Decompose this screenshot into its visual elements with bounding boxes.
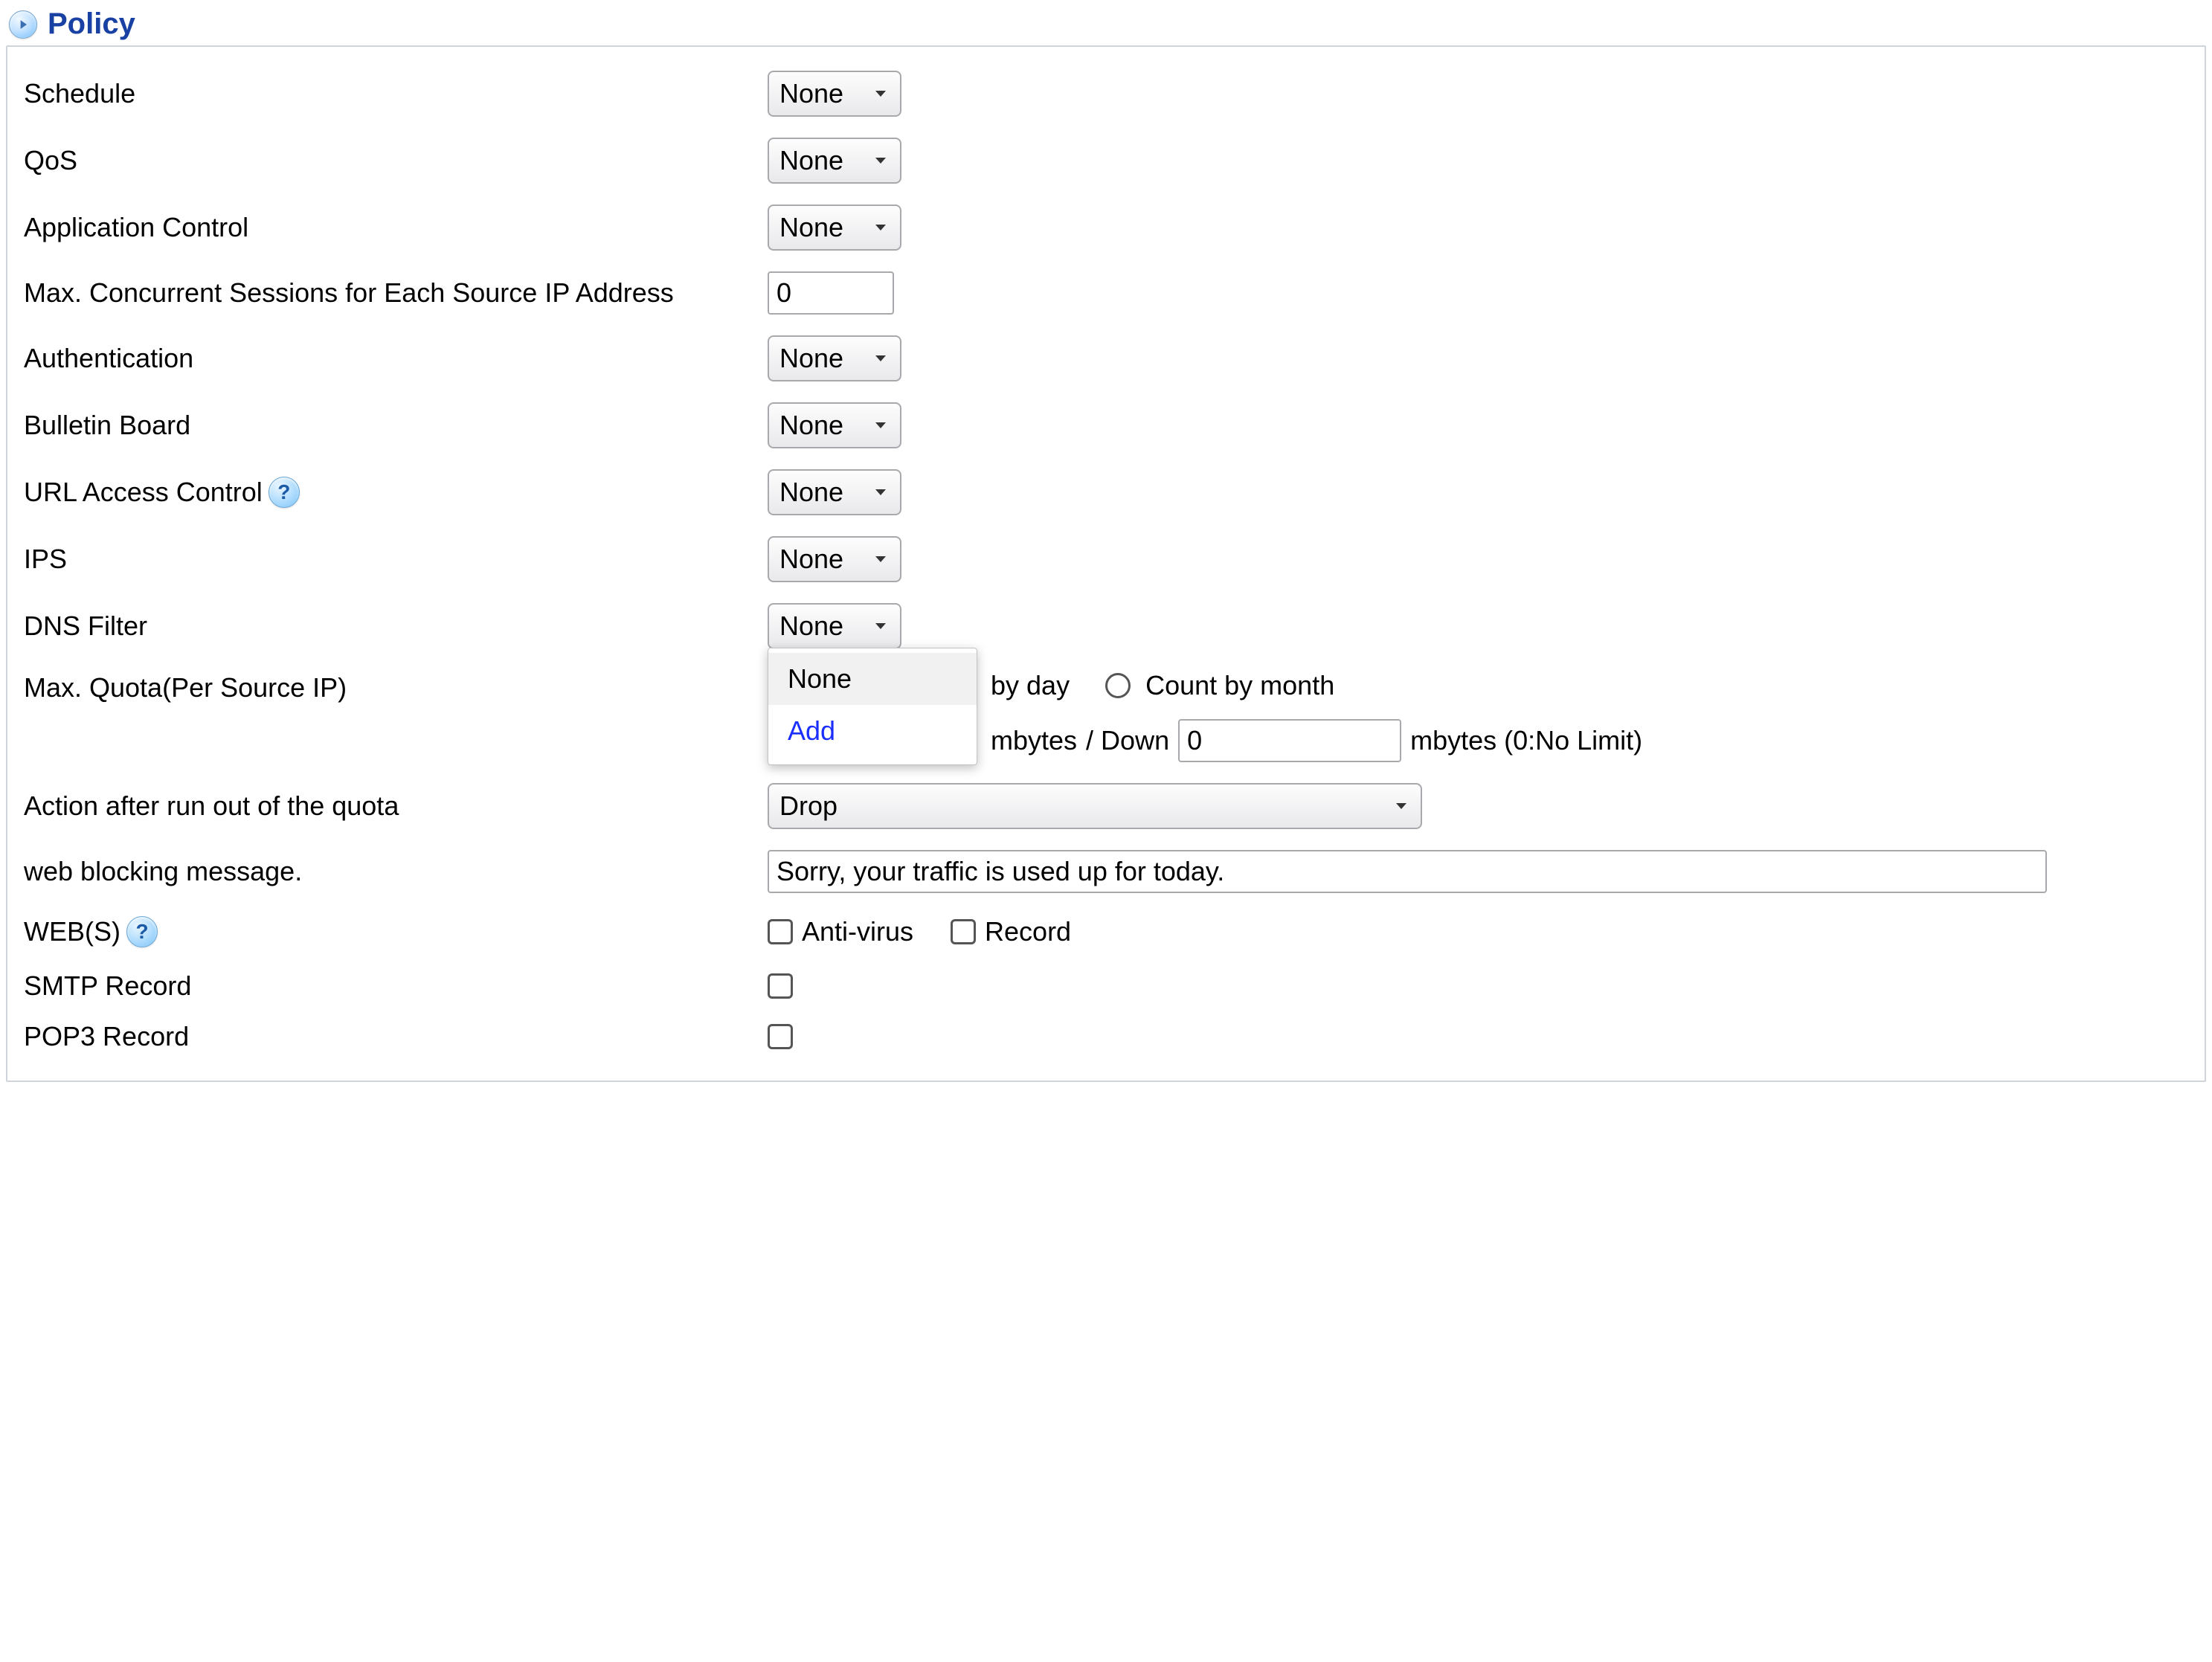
chevron-down-icon [872,483,890,501]
quota-radio-month-label: Count by month [1145,670,1334,701]
appctrl-value: None [779,212,843,243]
section-title: Policy [48,7,135,41]
auth-label: Authentication [24,341,193,377]
appctrl-label: Application Control [24,210,248,246]
urlac-value: None [779,477,843,508]
dnsfilter-option-add[interactable]: Add [768,705,977,757]
webs-record-checkbox[interactable] [951,919,976,944]
urlac-select[interactable]: None [768,469,901,515]
action-value: Drop [779,790,837,822]
auth-select[interactable]: None [768,335,901,381]
quota-down-label: / Down [1086,725,1169,756]
schedule-label: Schedule [24,76,135,112]
quota-label: Max. Quota(Per Source IP) [24,670,347,706]
section-heading: Policy [9,7,2206,41]
ips-label: IPS [24,541,67,578]
pop3-label: POP3 Record [24,1019,189,1055]
chevron-down-icon [872,617,890,635]
webs-label: WEB(S) [24,914,120,950]
quota-unit-up: mbytes [991,725,1077,756]
chevron-down-icon [872,85,890,103]
chevron-down-icon [872,416,890,434]
smtp-label: SMTP Record [24,968,191,1005]
chevron-down-icon [872,550,890,568]
auth-value: None [779,343,843,374]
help-icon[interactable]: ? [269,477,300,508]
dnsfilter-value: None [779,611,843,642]
dnsfilter-dropdown: None Add [768,648,977,765]
ips-value: None [779,544,843,575]
help-icon[interactable]: ? [126,916,158,947]
qos-select[interactable]: None [768,138,901,184]
sessions-input[interactable] [768,271,894,315]
sessions-label: Max. Concurrent Sessions for Each Source… [24,275,674,312]
qos-label: QoS [24,143,77,179]
pop3-checkbox[interactable] [768,1024,793,1049]
bulletin-select[interactable]: None [768,402,901,448]
dnsfilter-select[interactable]: None [768,603,901,649]
schedule-select[interactable]: None [768,71,901,117]
dnsfilter-option-none[interactable]: None [768,653,977,705]
action-select[interactable]: Drop [768,783,1422,829]
policy-panel: Schedule None QoS None Application Contr… [6,45,2206,1082]
bulletin-value: None [779,410,843,441]
webmsg-label: web blocking message. [24,854,302,890]
quota-down-input[interactable] [1178,719,1401,762]
chevron-down-icon [872,152,890,170]
chevron-down-icon [872,350,890,367]
webs-antivirus-label: Anti-virus [802,916,913,947]
webs-antivirus-checkbox[interactable] [768,919,793,944]
dnsfilter-label: DNS Filter [24,608,147,645]
expand-icon[interactable] [9,10,37,39]
smtp-checkbox[interactable] [768,973,793,999]
qos-value: None [779,145,843,176]
quota-radio-month[interactable] [1105,673,1131,698]
chevron-down-icon [1392,797,1410,815]
quota-radio-day-label: by day [991,670,1070,701]
quota-hint: mbytes (0:No Limit) [1410,725,1642,756]
webmsg-input[interactable] [768,850,2047,893]
ips-select[interactable]: None [768,536,901,582]
bulletin-label: Bulletin Board [24,408,190,444]
webs-record-label: Record [985,916,1071,947]
action-label: Action after run out of the quota [24,788,399,825]
urlac-label: URL Access Control [24,474,263,511]
schedule-value: None [779,78,843,109]
chevron-down-icon [872,219,890,236]
appctrl-select[interactable]: None [768,204,901,251]
